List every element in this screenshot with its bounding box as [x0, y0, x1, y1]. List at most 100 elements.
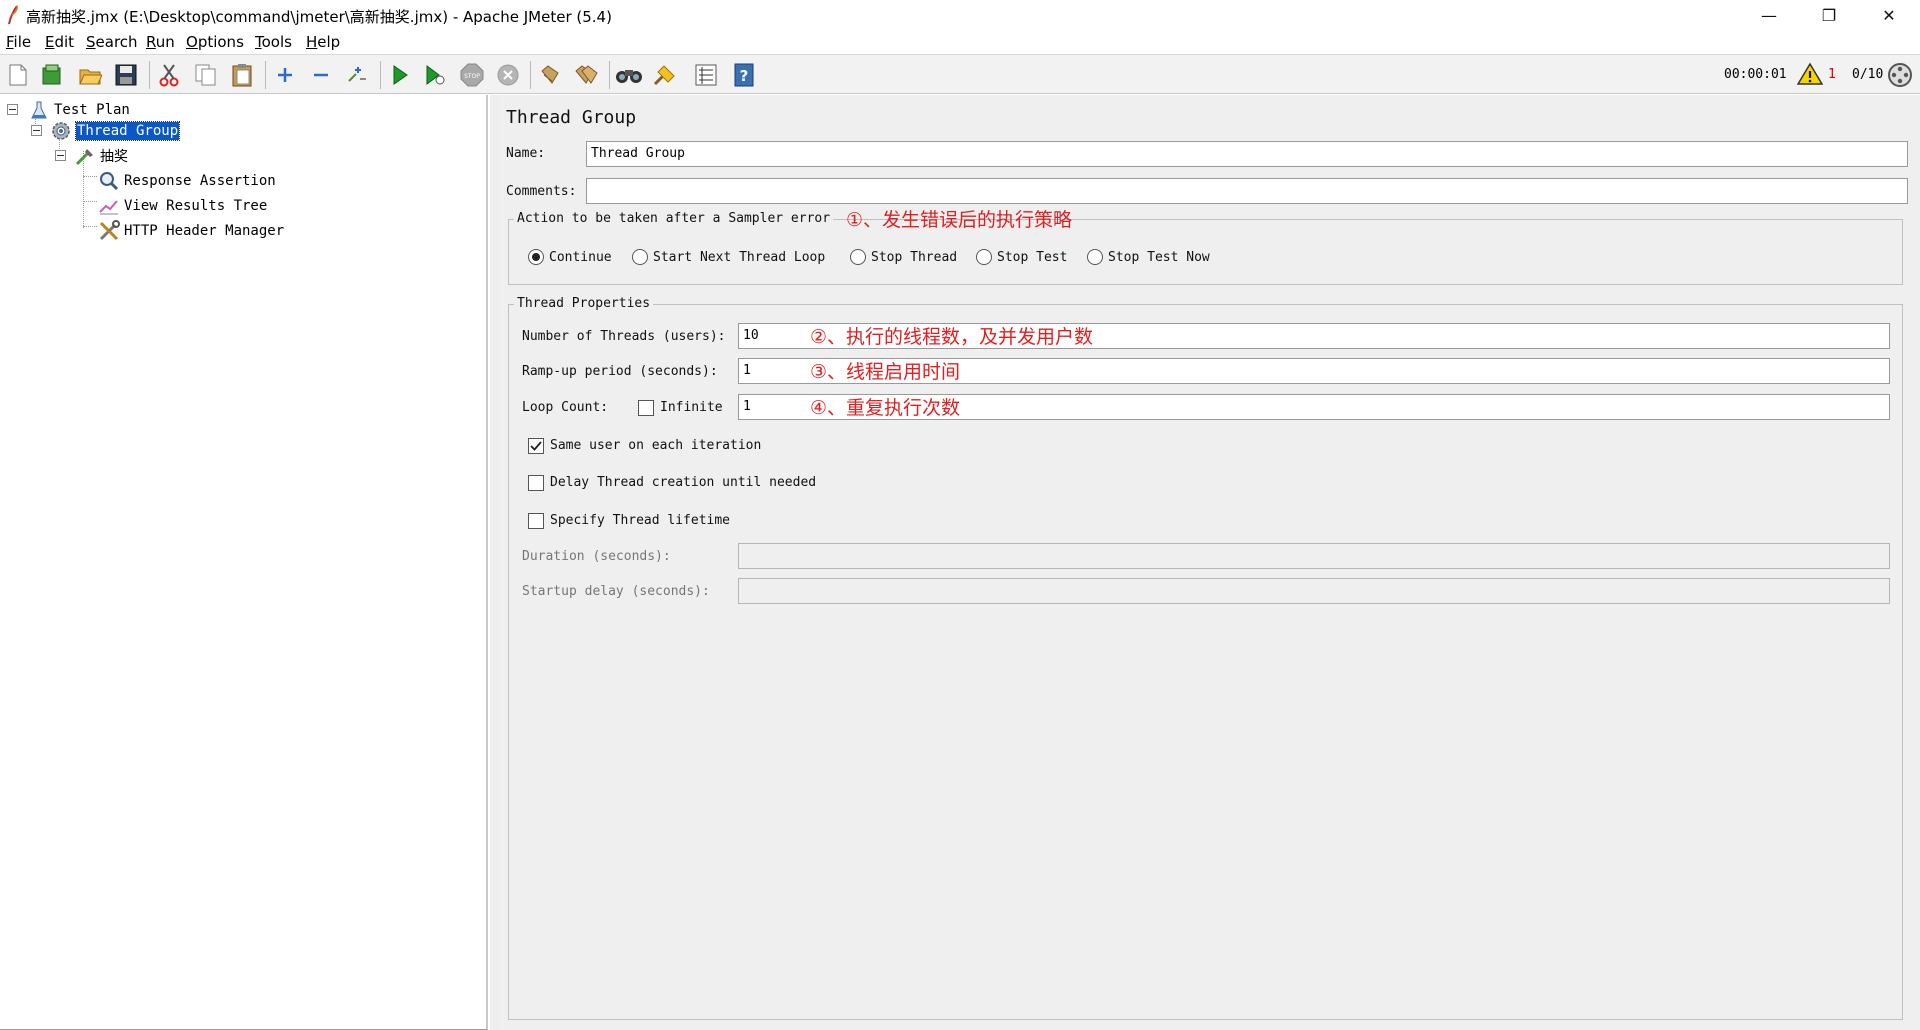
function-helper-icon — [695, 64, 717, 86]
tree-label-controller: 抽奖 — [100, 149, 128, 165]
tree-label-response-assertion: Response Assertion — [124, 173, 276, 189]
reset-search-button[interactable] — [651, 62, 679, 88]
warning-icon — [1797, 62, 1823, 85]
warning-count: 1 — [1828, 67, 1836, 82]
toolbar: STOP ? 00:00:01 1 0/10 — [0, 54, 1920, 94]
name-input[interactable]: Thread Group — [586, 141, 1908, 167]
radio-stop-thread[interactable] — [850, 249, 866, 265]
paste-button[interactable] — [228, 62, 256, 88]
menu-file[interactable]: File — [6, 33, 31, 51]
comments-input[interactable] — [586, 178, 1908, 204]
shutdown-button[interactable] — [494, 62, 522, 88]
restore-icon: ❐ — [1821, 5, 1837, 25]
radio-start-next-loop[interactable] — [632, 249, 648, 265]
test-plan-collapse-toggle[interactable] — [7, 104, 18, 115]
tree-node-http-header-manager[interactable]: HTTP Header Manager — [98, 220, 284, 242]
thread-group-collapse-toggle[interactable] — [31, 125, 42, 136]
elapsed-timer: 00:00:01 — [1724, 67, 1787, 82]
startup-delay-input[interactable] — [738, 578, 1890, 604]
menu-tools[interactable]: Tools — [255, 33, 292, 51]
radio-continue-label: Continue — [549, 250, 612, 265]
templates-icon — [42, 64, 61, 85]
test-plan-tree: Test Plan Thread Group 抽奖 Response Asser… — [0, 95, 488, 1030]
same-user-checkbox[interactable] — [528, 438, 544, 454]
radio-stop-thread-label: Stop Thread — [871, 250, 958, 265]
stop-button[interactable]: STOP — [458, 62, 486, 88]
warning-indicator[interactable] — [1796, 61, 1824, 87]
idle-status-icon — [1888, 63, 1912, 87]
annotation-rampup: ③、线程启用时间 — [810, 361, 961, 383]
clear-button[interactable] — [536, 62, 564, 88]
startup-delay-label: Startup delay (seconds): — [522, 584, 710, 599]
controller-collapse-toggle[interactable] — [55, 150, 66, 161]
checkmark-icon — [530, 441, 542, 451]
reset-search-icon — [653, 65, 675, 86]
title-bar: 高新抽奖.jmx (E:\Desktop\command\jmeter\高新抽奖… — [0, 0, 1920, 30]
tree-node-http-sampler[interactable]: 抽奖 — [74, 145, 128, 167]
help-button[interactable]: ? — [730, 62, 758, 88]
remote-status-indicator[interactable] — [1886, 62, 1914, 88]
radio-stop-test-now[interactable] — [1087, 249, 1103, 265]
open-button[interactable] — [76, 62, 104, 88]
menu-edit[interactable]: Edit — [45, 33, 74, 51]
search-icon — [616, 70, 642, 83]
chart-listener-icon — [98, 196, 120, 216]
function-helper-button[interactable] — [692, 62, 720, 88]
search-button[interactable] — [615, 62, 643, 88]
start-no-timers-button[interactable] — [421, 62, 449, 88]
magnifier-icon — [98, 171, 120, 191]
stop-icon: STOP — [460, 63, 484, 87]
close-window-button[interactable]: ✕ — [1864, 0, 1914, 30]
tree-node-response-assertion[interactable]: Response Assertion — [98, 170, 276, 192]
sampler-pipette-icon — [74, 146, 96, 166]
sampler-error-group-title: Action to be taken after a Sampler error — [514, 211, 834, 226]
tree-node-thread-group[interactable]: Thread Group — [50, 120, 181, 142]
save-button[interactable] — [112, 62, 140, 88]
open-icon — [79, 69, 102, 85]
cut-button[interactable] — [155, 62, 183, 88]
tree-label-view-results-tree: View Results Tree — [124, 198, 268, 214]
copy-button[interactable] — [192, 62, 220, 88]
thread-lifetime-checkbox[interactable] — [528, 513, 544, 529]
templates-button[interactable] — [38, 62, 66, 88]
menu-run[interactable]: Run — [146, 33, 175, 51]
tree-label-test-plan: Test Plan — [54, 102, 130, 118]
menu-help[interactable]: Help — [306, 33, 340, 51]
toggle-icon — [348, 67, 366, 82]
new-icon — [9, 64, 27, 86]
panel-title: Thread Group — [506, 107, 637, 128]
duration-input[interactable] — [738, 543, 1890, 569]
menu-search[interactable]: Search — [86, 33, 138, 51]
svg-text:?: ? — [740, 67, 749, 85]
delay-thread-label: Delay Thread creation until needed — [550, 475, 817, 490]
thread-group-panel: Thread Group Name: Thread Group Comments… — [498, 95, 1920, 1030]
split-pane-divider[interactable] — [490, 95, 498, 1030]
expand-icon — [278, 68, 292, 82]
save-icon — [115, 64, 137, 86]
menu-options[interactable]: Options — [186, 33, 244, 51]
svg-text:STOP: STOP — [464, 73, 480, 80]
radio-stop-test[interactable] — [976, 249, 992, 265]
infinite-checkbox[interactable] — [638, 400, 654, 416]
collapse-all-button[interactable] — [307, 62, 335, 88]
new-button[interactable] — [4, 62, 32, 88]
delay-thread-checkbox[interactable] — [528, 475, 544, 491]
minimize-icon: — — [1761, 5, 1777, 25]
thread-lifetime-label: Specify Thread lifetime — [550, 513, 731, 528]
active-threads-count: 0/10 — [1852, 67, 1884, 82]
same-user-label: Same user on each iteration — [550, 438, 762, 453]
restore-button[interactable]: ❐ — [1804, 0, 1854, 30]
radio-stop-test-label: Stop Test — [997, 250, 1068, 265]
tree-node-test-plan[interactable]: Test Plan — [28, 99, 130, 121]
start-button[interactable] — [386, 62, 414, 88]
tree-node-view-results-tree[interactable]: View Results Tree — [98, 195, 267, 217]
expand-all-button[interactable] — [271, 62, 299, 88]
duration-label: Duration (seconds): — [522, 549, 671, 564]
toggle-button[interactable] — [343, 62, 371, 88]
minimize-button[interactable]: — — [1744, 0, 1794, 30]
test-plan-flask-icon — [28, 100, 50, 120]
clear-all-button[interactable] — [572, 62, 600, 88]
threads-label: Number of Threads (users): — [522, 329, 726, 344]
menu-bar: File Edit Search Run Options Tools Help — [0, 30, 1920, 54]
radio-continue[interactable] — [528, 249, 544, 265]
